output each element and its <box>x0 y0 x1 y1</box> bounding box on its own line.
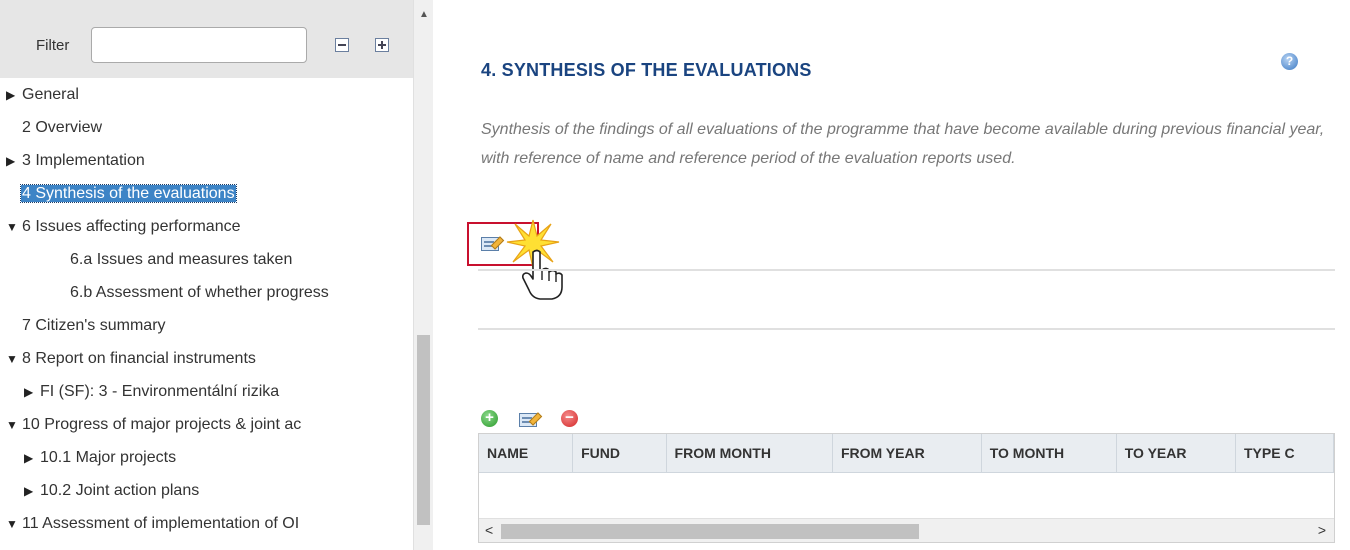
column-header-from-year[interactable]: FROM YEAR <box>832 434 982 473</box>
scrollbar-thumb[interactable] <box>501 524 919 539</box>
tree-item-label: 3 Implementation <box>22 152 145 169</box>
tree-item-label: 10.1 Major projects <box>40 449 177 466</box>
tree-item-major-projects[interactable]: ▶ 10.1 Major projects <box>24 443 176 473</box>
navigation-panel: Filter ▶ General 2 Overview ▶ 3 Implementa… <box>0 0 433 550</box>
tree-item-overview[interactable]: 2 Overview <box>22 113 102 143</box>
delete-row-icon[interactable]: − <box>561 410 578 427</box>
tree-item-fi-environment[interactable]: ▶ FI (SF): 3 - Environmentální rizika <box>24 377 279 407</box>
tree-item-synthesis[interactable]: 4 Synthesis of the evaluations <box>20 179 237 209</box>
scroll-left-icon[interactable]: < <box>485 522 493 538</box>
section-description: Synthesis of the findings of all evaluat… <box>481 121 1325 167</box>
scroll-right-icon[interactable]: > <box>1318 522 1326 538</box>
tree-item-implementation[interactable]: ▶ 3 Implementation <box>6 146 145 176</box>
tree-item-label: 10.2 Joint action plans <box>40 482 200 499</box>
page-title: 4. SYNTHESIS OF THE EVALUATIONS <box>481 60 812 80</box>
add-row-icon[interactable]: + <box>481 410 498 427</box>
tree-item-label: General <box>22 86 79 103</box>
evaluations-table: NAME FUND FROM MONTH FROM YEAR TO MONTH … <box>478 433 1335 543</box>
scrollbar-thumb[interactable] <box>417 335 430 525</box>
tree-item-label: FI (SF): 3 - Environmentální rizika <box>40 383 280 400</box>
expand-arrow-icon[interactable]: ▶ <box>6 146 22 176</box>
tree-item-assessment-implementation[interactable]: ▼ 11 Assessment of implementation of OI <box>6 509 299 539</box>
column-header-to-year[interactable]: TO YEAR <box>1116 434 1237 473</box>
collapse-arrow-icon[interactable]: ▼ <box>6 509 22 539</box>
divider <box>478 269 1335 271</box>
table-horizontal-scrollbar[interactable]: < > <box>479 518 1334 542</box>
expand-arrow-icon[interactable]: ▶ <box>24 377 40 407</box>
hand-cursor-icon <box>522 249 563 300</box>
tree-item-label: 10 Progress of major projects & joint ac <box>22 416 302 433</box>
tree-scrollbar[interactable]: ▲ <box>413 0 433 550</box>
tree-item-major-projects-progress[interactable]: ▼ 10 Progress of major projects & joint a… <box>6 410 301 440</box>
filter-toolbar: Filter <box>0 0 413 78</box>
tree-item-financial-instruments[interactable]: ▼ 8 Report on financial instruments <box>6 344 256 374</box>
content-panel: 4. SYNTHESIS OF THE EVALUATIONS ? Synthe… <box>445 0 1350 550</box>
column-header-to-month[interactable]: TO MONTH <box>981 434 1117 473</box>
filter-input[interactable] <box>91 27 307 63</box>
scroll-up-icon[interactable]: ▲ <box>418 10 430 20</box>
tree-item-issues-measures[interactable]: 6.a Issues and measures taken <box>70 245 292 275</box>
tree-item-label: 7 Citizen's summary <box>22 317 166 334</box>
expand-arrow-icon[interactable]: ▶ <box>24 476 40 506</box>
tree-item-label: 6.a Issues and measures taken <box>70 251 293 268</box>
tree-item-issues-performance[interactable]: ▼ 6 Issues affecting performance <box>6 212 241 242</box>
tree-item-label: 6.b Assessment of whether progress <box>70 284 329 301</box>
tree-item-general[interactable]: ▶ General <box>6 80 79 110</box>
tree-item-label: 2 Overview <box>22 119 103 136</box>
tree-item-label: 8 Report on financial instruments <box>22 350 256 367</box>
edit-row-icon[interactable] <box>519 413 537 427</box>
tree-item-label: 6 Issues affecting performance <box>22 218 241 235</box>
section-tree: ▶ General 2 Overview ▶ 3 Implementation 4 … <box>0 80 413 550</box>
column-header-type[interactable]: TYPE C <box>1235 434 1334 473</box>
divider <box>478 328 1335 330</box>
expand-arrow-icon[interactable]: ▶ <box>6 80 22 110</box>
expand-arrow-icon[interactable]: ▶ <box>24 443 40 473</box>
filter-label: Filter <box>36 37 70 54</box>
help-icon[interactable]: ? <box>1281 53 1298 70</box>
tree-item-citizens-summary[interactable]: 7 Citizen's summary <box>22 311 166 341</box>
tree-item-assessment-progress[interactable]: 6.b Assessment of whether progress <box>70 278 329 308</box>
edit-icon <box>481 237 499 251</box>
collapse-arrow-icon[interactable]: ▼ <box>6 212 22 242</box>
column-header-from-month[interactable]: FROM MONTH <box>666 434 833 473</box>
collapse-arrow-icon[interactable]: ▼ <box>6 410 22 440</box>
expand-all-icon[interactable] <box>375 38 389 52</box>
column-header-fund[interactable]: FUND <box>572 434 667 473</box>
collapse-all-icon[interactable] <box>335 38 349 52</box>
tree-item-joint-action-plans[interactable]: ▶ 10.2 Joint action plans <box>24 476 199 506</box>
tree-item-label: 11 Assessment of implementation of OI <box>22 515 300 532</box>
tree-item-label: 4 Synthesis of the evaluations <box>20 184 237 203</box>
column-header-name[interactable]: NAME <box>479 434 574 473</box>
collapse-arrow-icon[interactable]: ▼ <box>6 344 22 374</box>
